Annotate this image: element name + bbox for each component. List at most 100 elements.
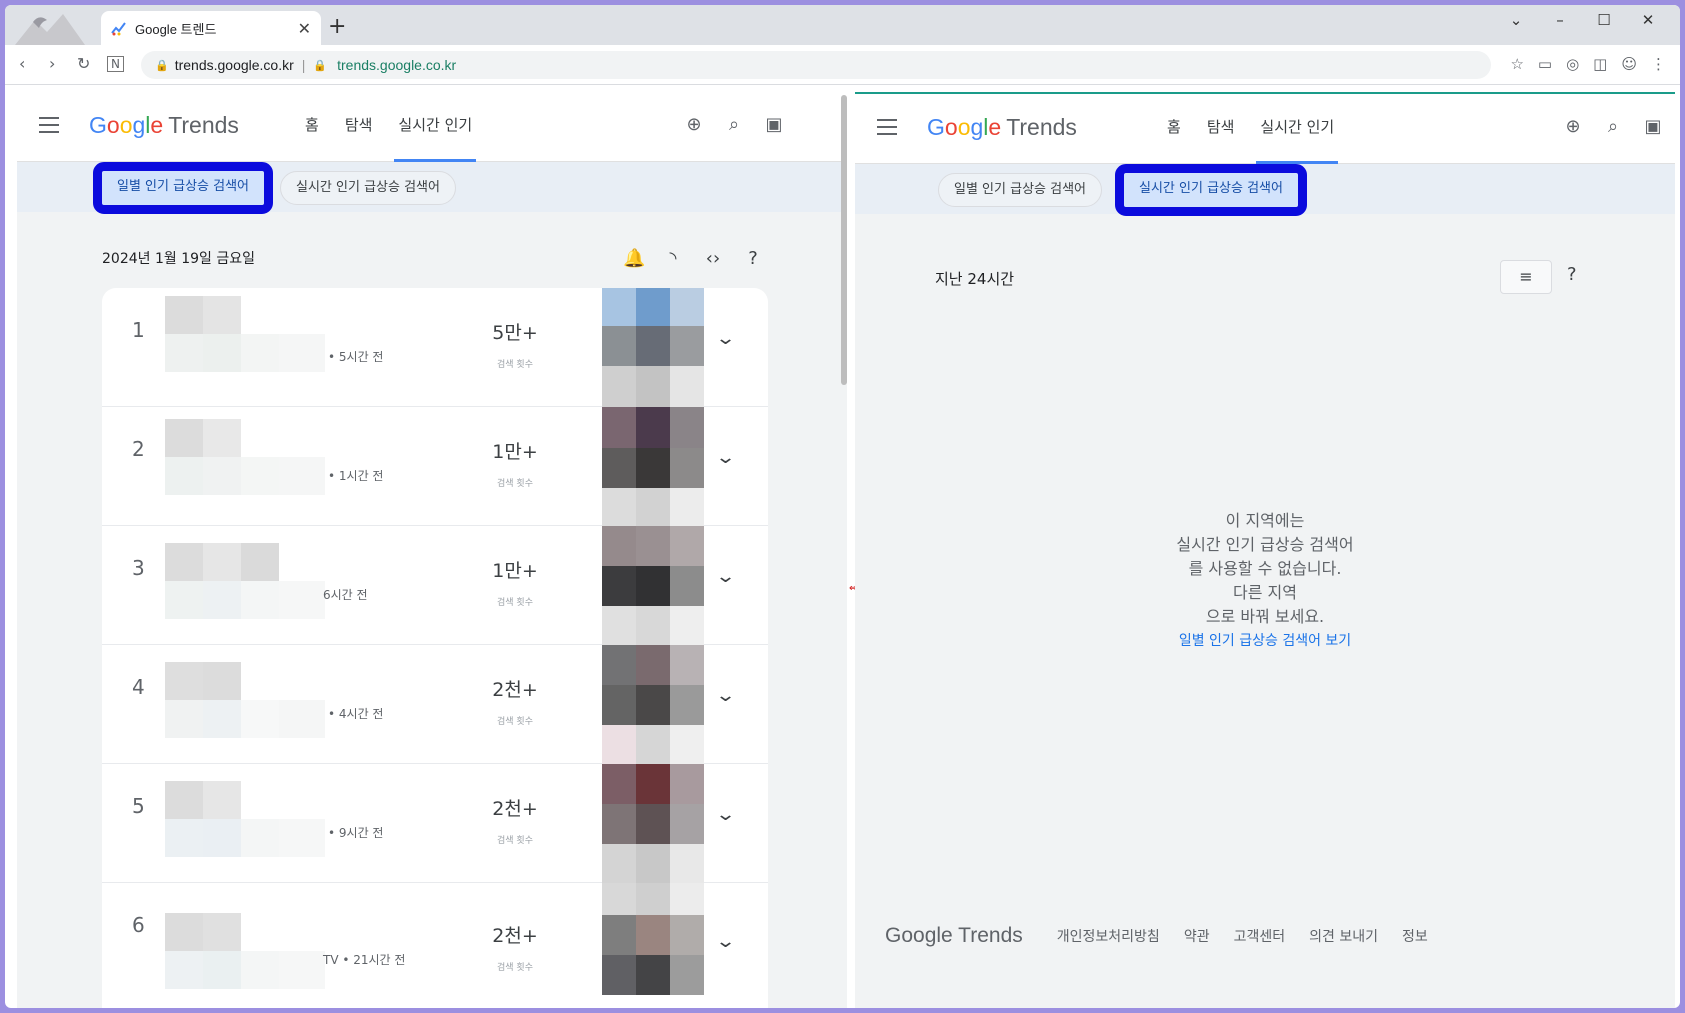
expand-chevron-icon[interactable]: ⌄ [715, 566, 736, 587]
list-item[interactable]: 5 • 9시간 전 2천+ 검색 횟수 ⌄ [102, 764, 768, 883]
maximize-button[interactable]: ☐ [1582, 11, 1626, 29]
globe-icon[interactable]: ⊕ [1562, 116, 1584, 137]
close-tab-icon[interactable]: ✕ [298, 19, 311, 38]
news-thumbnail[interactable] [602, 883, 704, 1008]
trend-type-bar: 일별 인기 급상승 검색어 실시간 인기 급상승 검색어 [17, 162, 847, 214]
rank-number: 5 [132, 794, 145, 818]
trend-type-bar: 일별 인기 급상승 검색어 실시간 인기 급상승 검색어 [855, 164, 1675, 216]
feedback-icon[interactable]: ▣ [763, 114, 785, 135]
list-item[interactable]: 2 • 1시간 전 1만+ 검색 횟수 ⌄ [102, 407, 768, 526]
search-icon[interactable]: ⌕ [1602, 116, 1624, 137]
google-trends-logo[interactable]: Google Trends [927, 114, 1077, 141]
nav-explore[interactable]: 탐색 [1207, 94, 1235, 164]
time-ago: TV • 21시간 전 [323, 953, 406, 967]
news-thumbnail[interactable] [602, 288, 704, 407]
nav-home[interactable]: 홈 [305, 92, 319, 162]
browser-toolbar: ‹ › ↻ N 🔒 trends.google.co.kr | 🔒 trends… [5, 45, 1680, 85]
address-bar[interactable]: 🔒 trends.google.co.kr | 🔒 trends.google.… [141, 51, 1491, 79]
search-count: 2천+ [492, 679, 538, 701]
help-icon[interactable]: ? [743, 248, 763, 269]
footer-link-privacy[interactable]: 개인정보처리방침 [1057, 926, 1160, 946]
rank-number: 1 [132, 318, 145, 342]
footer-logo[interactable]: Google Trends [885, 924, 1023, 948]
expand-chevron-icon[interactable]: ⌄ [715, 447, 736, 468]
daily-trends-chip[interactable]: 일별 인기 급상승 검색어 [93, 162, 273, 214]
time-ago: 6시간 전 [323, 588, 368, 602]
expand-chevron-icon[interactable]: ⌄ [715, 931, 736, 952]
browser-tab[interactable]: Google 트렌드 ✕ [101, 11, 321, 45]
tab-search-icon[interactable]: ⌄ [1494, 11, 1538, 29]
footer-link-feedback[interactable]: 의견 보내기 [1309, 926, 1378, 946]
rss-feed-icon[interactable]: ◝ [663, 248, 683, 269]
embed-code-icon[interactable]: ‹› [703, 248, 723, 269]
realtime-trends-chip[interactable]: 실시간 인기 급상승 검색어 [1115, 164, 1307, 216]
notification-bell-icon[interactable]: 🔔 [623, 248, 645, 269]
rank-number: 2 [132, 437, 145, 461]
filter-icon: ≡ [1519, 267, 1533, 286]
nav-trending-now[interactable]: 실시간 인기 [394, 92, 476, 162]
scrollbar[interactable] [841, 95, 847, 385]
news-thumbnail[interactable] [602, 764, 704, 883]
close-window-button[interactable]: ✕ [1626, 11, 1670, 29]
expand-chevron-icon[interactable]: ⌄ [715, 804, 736, 825]
list-item[interactable]: 4 • 4시간 전 2천+ 검색 횟수 ⌄ [102, 645, 768, 764]
footer-link-terms[interactable]: 약관 [1184, 926, 1210, 946]
footer-link-about[interactable]: 정보 [1402, 926, 1428, 946]
screenshot-icon[interactable]: ◎ [1566, 55, 1579, 73]
tab-strip: Google 트렌드 ✕ + ⌄ – ☐ ✕ [5, 5, 1680, 45]
time-ago: • 5시간 전 [328, 350, 384, 364]
bookmark-star-icon[interactable]: ☆ [1510, 55, 1523, 73]
hamburger-menu-icon[interactable] [877, 119, 897, 135]
forward-icon[interactable]: › [49, 54, 55, 73]
search-count: 1만+ [492, 441, 538, 463]
profile-icon[interactable]: ☺ [1621, 55, 1637, 73]
more-menu-icon[interactable]: ⋮ [1651, 55, 1666, 73]
header-actions: ⊕ ⌕ ▣ [1562, 116, 1664, 137]
list-item[interactable]: 3 6시간 전 1만+ 검색 횟수 ⌄ [102, 526, 768, 645]
back-icon[interactable]: ‹ [19, 54, 25, 73]
realtime-trends-chip[interactable]: 실시간 인기 급상승 검색어 [280, 171, 456, 205]
daily-trends-chip[interactable]: 일별 인기 급상승 검색어 [938, 173, 1102, 207]
window-controls: ⌄ – ☐ ✕ [1494, 11, 1670, 29]
url-primary: trends.google.co.kr [174, 57, 294, 73]
list-item[interactable]: 1 • 5시간 전 5만+ 검색 횟수 ⌄ [102, 288, 768, 407]
split-view-icon[interactable]: ◫ [1593, 55, 1607, 73]
trends-favicon-icon [111, 22, 126, 36]
search-count: 2천+ [492, 798, 538, 820]
url-separator: | [301, 57, 306, 73]
date-heading: 2024년 1월 19일 금요일 [102, 251, 255, 267]
expand-chevron-icon[interactable]: ⌄ [715, 328, 736, 349]
new-tab-button[interactable]: + [328, 14, 346, 39]
time-ago: • 9시간 전 [328, 826, 384, 840]
list-item[interactable]: 6 TV • 21시간 전 2천+ 검색 횟수 ⌄ [102, 883, 768, 1002]
news-thumbnail[interactable] [602, 526, 704, 645]
footer-link-help[interactable]: 고객센터 [1234, 926, 1286, 946]
help-icon[interactable]: ? [1567, 264, 1577, 285]
globe-icon[interactable]: ⊕ [683, 114, 705, 135]
cast-icon[interactable]: ▭ [1538, 55, 1552, 73]
reload-icon[interactable]: ↻ [77, 54, 90, 73]
hamburger-menu-icon[interactable] [39, 117, 59, 133]
app-header: Google Trends 홈 탐색 실시간 인기 ⊕ ⌕ ▣ [17, 92, 847, 162]
rank-number: 3 [132, 556, 145, 580]
news-thumbnail[interactable] [602, 407, 704, 526]
google-trends-logo[interactable]: Google Trends [89, 112, 239, 139]
minimize-button[interactable]: – [1538, 11, 1582, 29]
time-window-label: 지난 24시간 [935, 270, 1015, 288]
footer: Google Trends 개인정보처리방침 약관 고객센터 의견 보내기 정보 [885, 924, 1452, 948]
feedback-icon[interactable]: ▣ [1642, 116, 1664, 137]
nav-home[interactable]: 홈 [1167, 94, 1181, 164]
toolbar-icons: ☆ ▭ ◎ ◫ ☺ ⋮ [1510, 55, 1666, 73]
time-ago: • 4시간 전 [328, 707, 384, 721]
nav-trending-now[interactable]: 실시간 인기 [1256, 94, 1338, 164]
news-thumbnail[interactable] [602, 645, 704, 764]
empty-state-message: 이 지역에는 실시간 인기 급상승 검색어 를 사용할 수 없습니다. 다른 지… [1055, 509, 1475, 653]
filter-button[interactable]: ≡ [1500, 260, 1552, 294]
expand-chevron-icon[interactable]: ⌄ [715, 685, 736, 706]
search-icon[interactable]: ⌕ [723, 114, 745, 135]
nav-explore[interactable]: 탐색 [345, 92, 373, 162]
main-nav: 홈 탐색 실시간 인기 [1167, 94, 1360, 164]
view-daily-trends-link[interactable]: 일별 인기 급상승 검색어 보기 [1055, 629, 1475, 653]
reader-mode-icon[interactable]: N [107, 56, 124, 72]
mountain-decoration-icon [15, 14, 85, 45]
